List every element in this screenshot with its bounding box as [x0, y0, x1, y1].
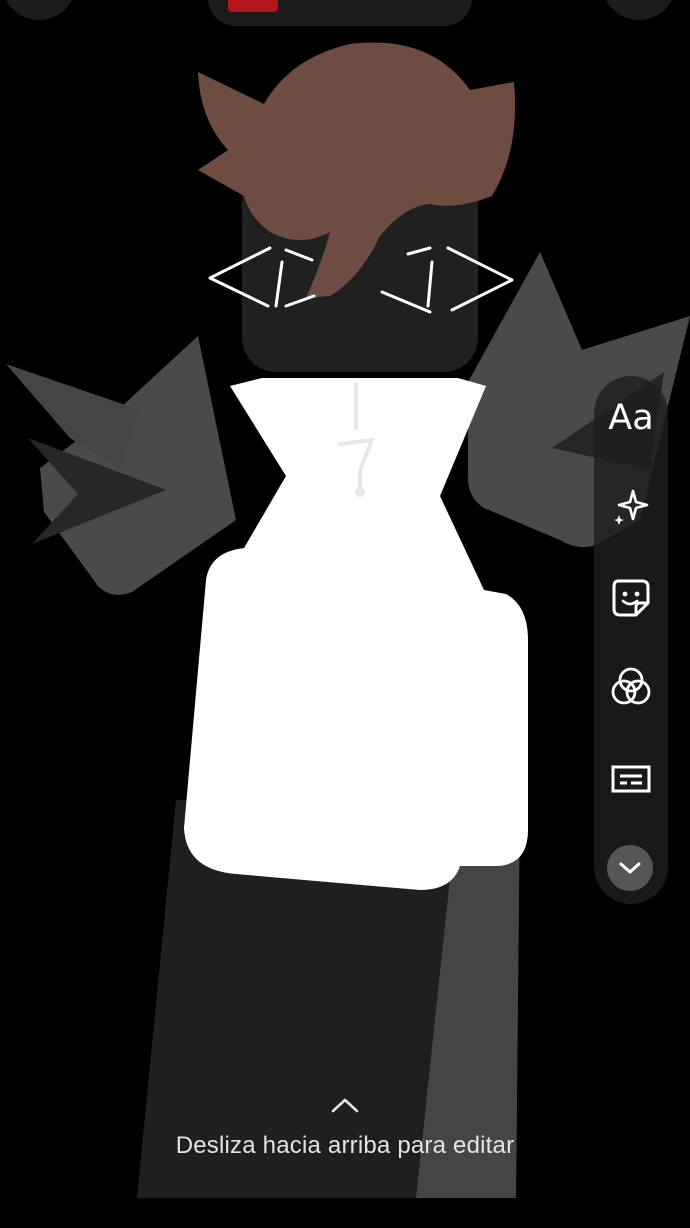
story-canvas[interactable]: Aa Desliza hacia arriba para editar: [0, 0, 690, 1228]
captions-icon: [611, 765, 651, 793]
swipe-up-hint[interactable]: Desliza hacia arriba para editar: [0, 1094, 690, 1160]
album-art-thumbnail: [228, 0, 278, 12]
chevron-down-icon: [619, 862, 641, 874]
sticker-button[interactable]: [594, 563, 668, 633]
music-pill[interactable]: [208, 0, 472, 26]
text-tool-button[interactable]: Aa: [594, 383, 668, 453]
chevron-up-icon: [331, 1098, 359, 1113]
sparkle-icon: [614, 489, 649, 525]
captions-button[interactable]: [594, 744, 668, 814]
magic-sparkle-button[interactable]: [594, 472, 668, 542]
collapse-tools-button[interactable]: [607, 845, 653, 891]
effects-icon: [611, 667, 651, 705]
story-image: [6, 42, 690, 1198]
effects-button[interactable]: [594, 652, 668, 722]
swipe-hint-text: Desliza hacia arriba para editar: [175, 1132, 515, 1159]
sticker-icon: [612, 579, 650, 617]
editing-tools-panel: [594, 376, 668, 904]
text-icon: Aa: [608, 398, 654, 438]
